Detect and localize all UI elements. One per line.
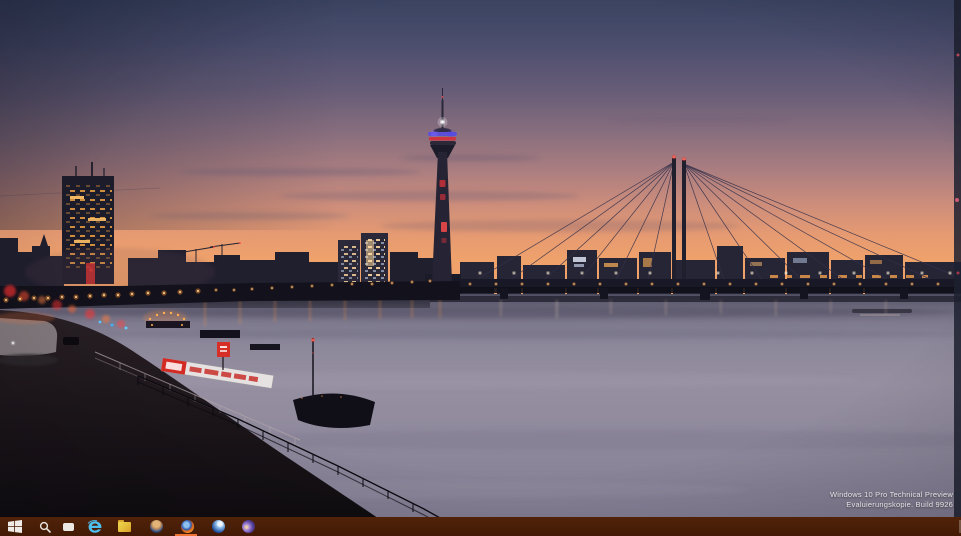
taskbar	[0, 517, 961, 536]
watermark-line2: Evaluierungskopie. Build 9926	[846, 500, 953, 509]
start-button[interactable]	[2, 517, 28, 536]
wallpaper	[0, 0, 961, 517]
internet-explorer-taskbar-button[interactable]	[82, 517, 108, 536]
globe-app-icon	[149, 520, 163, 533]
folder-icon	[117, 520, 131, 532]
desktop[interactable]: Windows 10 Pro Technical Preview Evaluie…	[0, 0, 961, 517]
task-view-button[interactable]	[55, 517, 81, 536]
task-view-icon	[62, 522, 74, 531]
watermark-line1: Windows 10 Pro Technical Preview	[830, 490, 953, 499]
windows-desktop-screen: Windows 10 Pro Technical Preview Evaluie…	[0, 0, 961, 536]
internet-explorer-icon	[87, 519, 102, 533]
search-icon	[39, 521, 51, 533]
windows-logo-icon	[8, 520, 22, 533]
globe-app-taskbar-button[interactable]	[143, 517, 169, 536]
purple-sphere-app-icon	[241, 520, 255, 533]
firefox-icon	[180, 520, 194, 533]
purple-sphere-app-taskbar-button[interactable]	[235, 517, 261, 536]
file-explorer-taskbar-button[interactable]	[111, 517, 137, 536]
blue-sphere-app-icon	[211, 520, 225, 533]
blue-sphere-app-taskbar-button[interactable]	[205, 517, 231, 536]
windows-watermark: Windows 10 Pro Technical Preview Evaluie…	[830, 490, 953, 510]
